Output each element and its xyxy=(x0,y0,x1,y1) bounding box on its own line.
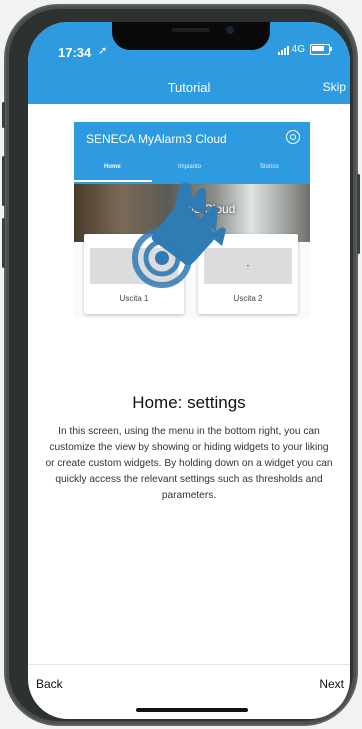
battery-icon xyxy=(310,44,332,55)
preview-app-title: SENECA MyAlarm3 Cloud xyxy=(86,132,227,146)
skip-button[interactable]: Skip xyxy=(323,80,346,94)
page-title: Tutorial xyxy=(167,80,211,95)
phone-screen: 17:34 ➚ 4G Tutorial Skip SENECA MyAlarm3… xyxy=(28,22,350,719)
preview-tab-impianto: Impianto xyxy=(178,164,202,170)
back-button[interactable]: Back xyxy=(36,677,63,691)
preview-tab-storico: Storico xyxy=(260,164,279,170)
status-indicators: 4G xyxy=(277,44,332,55)
preview-app-bar: SENECA MyAlarm3 Cloud Home Impianto Stor… xyxy=(74,122,310,184)
gear-icon xyxy=(286,130,300,144)
notch xyxy=(112,22,270,50)
footer-divider xyxy=(28,664,350,665)
power-button xyxy=(357,174,360,254)
location-arrow-icon: ➚ xyxy=(98,45,108,57)
signal-icon xyxy=(277,45,289,55)
volume-up-button xyxy=(2,156,5,206)
tutorial-description: In this screen, using the menu in the bo… xyxy=(45,426,333,501)
front-camera xyxy=(226,26,234,34)
status-time: 17:34 xyxy=(58,45,92,60)
tap-hand-icon xyxy=(132,182,226,288)
next-button[interactable]: Next xyxy=(319,677,344,691)
phone-frame: 17:34 ➚ 4G Tutorial Skip SENECA MyAlarm3… xyxy=(2,6,360,724)
network-type: 4G xyxy=(291,44,305,55)
speaker xyxy=(172,28,210,32)
mute-switch xyxy=(2,102,5,128)
preview-tab-home: Home xyxy=(104,164,121,170)
tutorial-preview-image: SENECA MyAlarm3 Cloud Home Impianto Stor… xyxy=(74,122,310,318)
section-title: Home: settings xyxy=(132,393,246,412)
home-indicator xyxy=(136,708,248,712)
volume-down-button xyxy=(2,218,5,268)
